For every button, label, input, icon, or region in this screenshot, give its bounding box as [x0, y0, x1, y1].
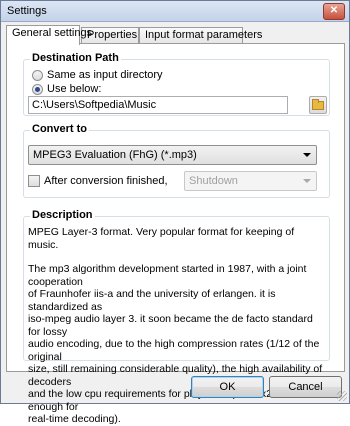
description-line: audio encoding, due to the high compress…: [28, 338, 320, 363]
radio-same-as-input-indicator[interactable]: [32, 69, 43, 81]
description-line: of Fraunhofer iis-a and the university o…: [28, 288, 276, 313]
radio-use-below-label: Use below:: [47, 83, 102, 95]
after-conversion-action-value: Shutdown: [189, 175, 238, 187]
description-legend: Description: [30, 209, 95, 221]
after-conversion-label: After conversion finished,: [44, 175, 168, 187]
folder-icon: [312, 99, 324, 110]
chevron-down-icon: [303, 153, 311, 157]
title-bar[interactable]: Settings ✕: [1, 1, 349, 22]
description-group: Description MPEG Layer-3 format. Very po…: [23, 209, 330, 425]
description-line: iso-mpeg audio layer 3. it soon became t…: [28, 313, 313, 338]
tab-input-format-parameters[interactable]: Input format parameters: [139, 27, 262, 43]
radio-use-below[interactable]: Use below:: [32, 82, 101, 96]
tab-general-settings[interactable]: General settings: [6, 25, 92, 45]
settings-window: Settings ✕ General settings Properties I…: [0, 0, 350, 425]
destination-path-group: Destination Path Same as input directory…: [23, 52, 330, 116]
browse-folder-button[interactable]: [309, 96, 327, 114]
destination-path-input[interactable]: C:\Users\Softpedia\Music: [28, 96, 288, 114]
after-conversion-action-select[interactable]: Shutdown: [184, 171, 317, 191]
close-icon: ✕: [329, 5, 339, 16]
general-settings-panel: Destination Path Same as input directory…: [6, 43, 345, 425]
output-format-select[interactable]: MPEG3 Evaluation (FhG) (*.mp3): [28, 145, 317, 165]
radio-same-as-input[interactable]: Same as input directory: [32, 68, 163, 82]
ok-button[interactable]: OK: [191, 376, 264, 398]
cancel-button[interactable]: Cancel: [269, 376, 342, 398]
convert-to-legend: Convert to: [30, 123, 89, 135]
destination-path-legend: Destination Path: [30, 52, 121, 64]
convert-to-group: Convert to MPEG3 Evaluation (FhG) (*.mp3…: [23, 123, 330, 198]
close-button[interactable]: ✕: [323, 3, 345, 20]
radio-same-as-input-label: Same as input directory: [47, 69, 163, 81]
description-line: MPEG Layer-3 format. Very popular format…: [28, 226, 295, 251]
description-line: The mp3 algorithm development started in…: [28, 263, 307, 288]
resize-grip[interactable]: [337, 391, 347, 401]
radio-use-below-indicator[interactable]: [32, 83, 43, 95]
after-conversion-checkbox[interactable]: [28, 175, 40, 187]
output-format-value: MPEG3 Evaluation (FhG) (*.mp3): [33, 149, 197, 161]
window-title: Settings: [7, 5, 47, 17]
description-line: real-time decoding).: [28, 413, 121, 425]
chevron-down-icon: [303, 179, 311, 183]
